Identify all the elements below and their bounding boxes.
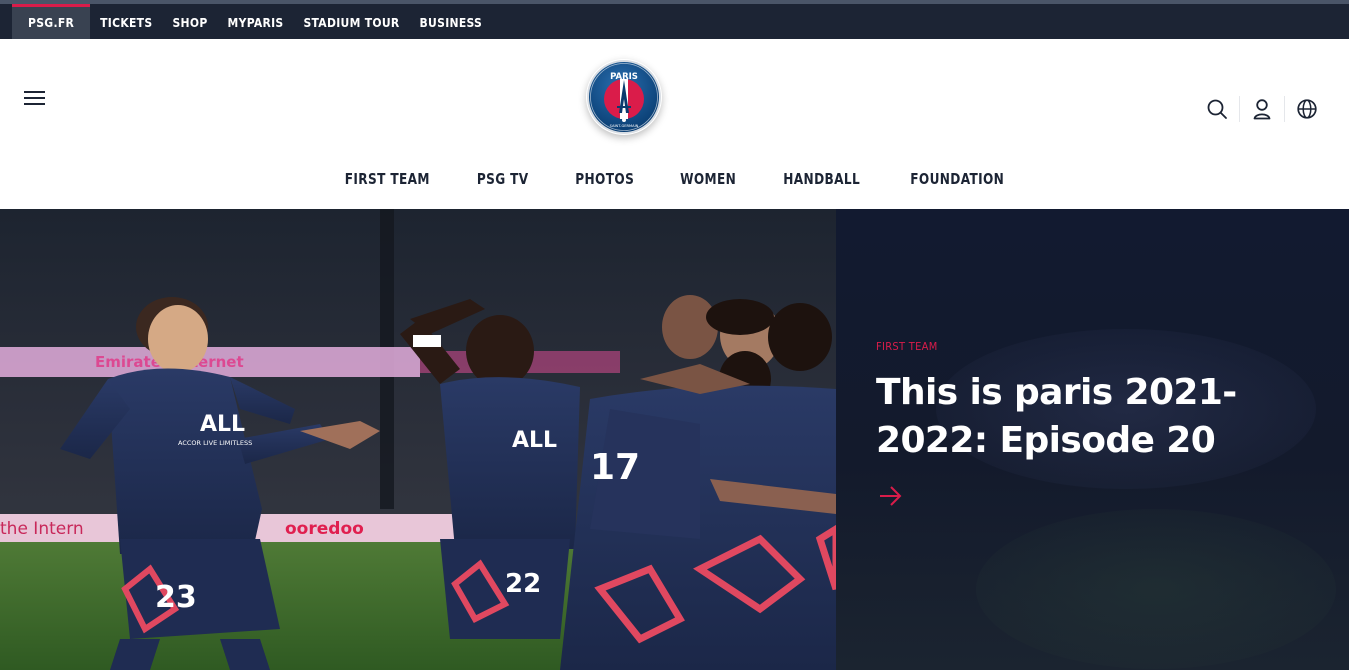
- nav-item-handball[interactable]: HANDBALL: [784, 168, 861, 190]
- logo-text-top: PARIS: [610, 72, 638, 82]
- shirt-sponsor-sub-1: ACCOR LIVE LIMITLESS: [178, 439, 252, 447]
- hero-content-panel: FIRST TEAM This is paris 2021-2022: Epis…: [836, 209, 1349, 670]
- utility-links: PSG.FR TICKETS SHOP MYPARIS STADIUM TOUR…: [12, 4, 492, 39]
- nav-item-psg-tv[interactable]: PSG TV: [477, 168, 529, 190]
- utility-link-business[interactable]: BUSINESS: [410, 4, 493, 39]
- hero-category-label[interactable]: FIRST TEAM: [876, 340, 938, 353]
- hero-title[interactable]: This is paris 2021-2022: Episode 20: [876, 369, 1326, 465]
- utility-link-stadium-tour[interactable]: STADIUM TOUR: [293, 4, 409, 39]
- globe-icon[interactable]: [1285, 91, 1329, 127]
- panel-glow: [976, 509, 1336, 669]
- utility-link-myparis[interactable]: MYPARIS: [218, 4, 294, 39]
- hero-photo[interactable]: Emirates internet the Intern ooredoo 23 …: [0, 209, 836, 670]
- arrow-right-icon[interactable]: [878, 485, 904, 507]
- logo-text-bottom: SAINT-GERMAIN: [610, 124, 639, 128]
- site-header: PARIS SAINT-GERMAIN FIRST TEAM PSG TV PH…: [0, 39, 1349, 209]
- nav-item-women[interactable]: WOMEN: [680, 168, 736, 190]
- user-icon[interactable]: [1240, 91, 1284, 127]
- player-number-17: 17: [590, 447, 640, 488]
- main-navigation: FIRST TEAM PSG TV PHOTOS WOMEN HANDBALL …: [0, 168, 1349, 190]
- shirt-sponsor-1: ALL: [200, 412, 245, 437]
- banner-text-bottom-mid: ooredoo: [285, 519, 364, 539]
- header-icons: [1195, 91, 1329, 127]
- utility-link-tickets[interactable]: TICKETS: [90, 4, 162, 39]
- nav-item-first-team[interactable]: FIRST TEAM: [344, 168, 429, 190]
- utility-link-shop[interactable]: SHOP: [162, 4, 217, 39]
- search-icon[interactable]: [1195, 91, 1239, 127]
- utility-link-psgfr[interactable]: PSG.FR: [12, 4, 91, 39]
- top-utility-bar: PSG.FR TICKETS SHOP MYPARIS STADIUM TOUR…: [0, 0, 1349, 39]
- player-number-22: 22: [505, 569, 541, 599]
- psg-logo[interactable]: PARIS SAINT-GERMAIN: [586, 59, 662, 135]
- nav-item-photos[interactable]: PHOTOS: [575, 168, 634, 190]
- hero-section[interactable]: Emirates internet the Intern ooredoo 23 …: [0, 209, 1349, 670]
- nav-item-foundation[interactable]: FOUNDATION: [910, 168, 1004, 190]
- shirt-sponsor-2: ALL: [512, 428, 557, 453]
- banner-text-bottom-left: the Intern: [0, 519, 84, 539]
- player-number-23: 23: [155, 580, 197, 615]
- hamburger-menu-icon[interactable]: [24, 89, 46, 107]
